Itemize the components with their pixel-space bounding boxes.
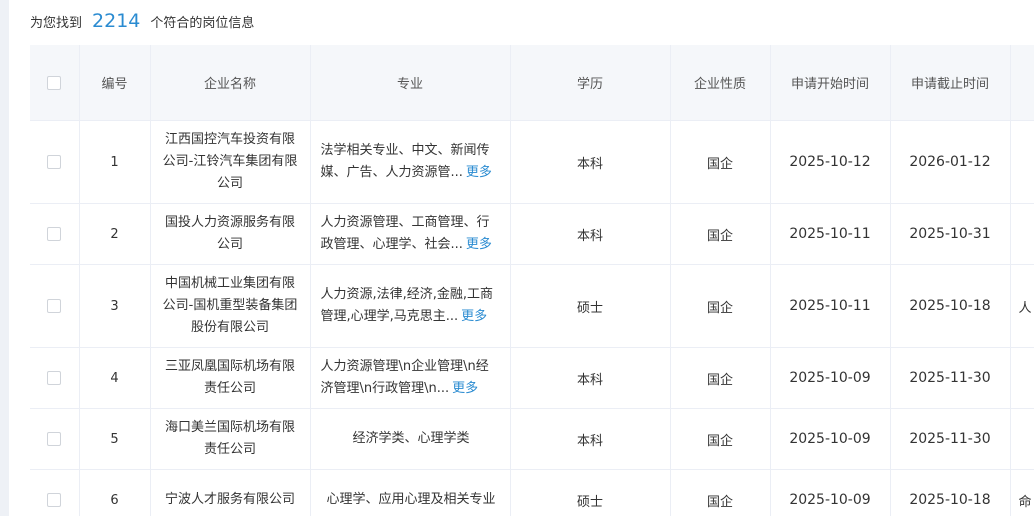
row-checkbox[interactable] <box>47 155 62 169</box>
header-company: 企业名称 <box>150 45 311 121</box>
row-id: 2 <box>79 203 151 265</box>
row-extra: 命 <box>1010 469 1034 516</box>
row-extra <box>1010 120 1034 204</box>
more-link[interactable]: 更多 <box>461 309 487 324</box>
row-company-type: 国企 <box>670 120 771 204</box>
row-start-date: 2025-10-09 <box>770 469 891 516</box>
header-start-date: 申请开始时间 <box>770 45 891 121</box>
row-extra: 人 <box>1010 264 1034 348</box>
row-education: 本科 <box>510 203 671 265</box>
header-major: 专业 <box>310 45 511 121</box>
row-extra <box>1010 203 1034 265</box>
row-company-type: 国企 <box>670 408 771 470</box>
row-start-date: 2025-10-11 <box>770 203 891 265</box>
summary-prefix: 为您找到 <box>30 15 83 31</box>
row-education: 本科 <box>510 347 671 409</box>
row-id: 5 <box>79 408 151 470</box>
table-row[interactable]: 6 宁波人才服务有限公司 心理学、应用心理及相关专业 硕士 国企 2025-10… <box>30 469 1034 516</box>
row-select-cell <box>30 120 80 204</box>
table-row[interactable]: 4 三亚凤凰国际机场有限责任公司 人力资源管理\n企业管理\n经济管理\n行政管… <box>30 347 1034 409</box>
result-count: 2214 <box>92 10 141 32</box>
row-start-date: 2025-10-09 <box>770 408 891 470</box>
row-company: 海口美兰国际机场有限责任公司 <box>150 408 311 470</box>
row-company: 国投人力资源服务有限公司 <box>150 203 311 265</box>
row-education: 硕士 <box>510 469 671 516</box>
row-extra <box>1010 408 1034 470</box>
row-major: 人力资源,法律,经济,金融,工商管理,心理学,马克思主... 更多 <box>310 264 511 348</box>
summary-suffix: 个符合的岗位信息 <box>150 15 255 31</box>
table-row[interactable]: 1 江西国控汽车投资有限公司-江铃汽车集团有限公司 法学相关专业、中文、新闻传媒… <box>30 120 1034 204</box>
row-major-text: 经济学类、心理学类 <box>352 431 470 446</box>
row-major-text: 法学相关专业、中文、新闻传媒、广告、人力资源管... <box>320 143 490 180</box>
row-education: 本科 <box>510 120 671 204</box>
table-row[interactable]: 3 中国机械工业集团有限公司-国机重型装备集团股份有限公司 人力资源,法律,经济… <box>30 264 1034 348</box>
row-company: 三亚凤凰国际机场有限责任公司 <box>150 347 311 409</box>
row-end-date: 2025-10-18 <box>890 469 1011 516</box>
header-id: 编号 <box>79 45 151 121</box>
more-link[interactable]: 更多 <box>466 165 492 180</box>
row-company-type: 国企 <box>670 264 771 348</box>
row-company-type: 国企 <box>670 347 771 409</box>
table-header-row: 编号 企业名称 专业 学历 企业性质 申请开始时间 申请截止时间 <box>30 45 1034 121</box>
row-end-date: 2025-11-30 <box>890 408 1011 470</box>
row-start-date: 2025-10-09 <box>770 347 891 409</box>
row-select-cell <box>30 469 80 516</box>
table-row[interactable]: 2 国投人力资源服务有限公司 人力资源管理、工商管理、行政管理、心理学、社会..… <box>30 203 1034 265</box>
header-company-type: 企业性质 <box>670 45 771 121</box>
row-major: 法学相关专业、中文、新闻传媒、广告、人力资源管... 更多 <box>310 120 511 204</box>
row-major: 人力资源管理、工商管理、行政管理、心理学、社会... 更多 <box>310 203 511 265</box>
row-id: 3 <box>79 264 151 348</box>
left-sidebar-edge <box>0 0 9 516</box>
row-end-date: 2025-10-18 <box>890 264 1011 348</box>
row-end-date: 2026-01-12 <box>890 120 1011 204</box>
header-extra <box>1010 45 1034 121</box>
row-company-type: 国企 <box>670 469 771 516</box>
row-education: 本科 <box>510 408 671 470</box>
row-id: 4 <box>79 347 151 409</box>
table-row[interactable]: 5 海口美兰国际机场有限责任公司 经济学类、心理学类 本科 国企 2025-10… <box>30 408 1034 470</box>
row-select-cell <box>30 408 80 470</box>
select-all-checkbox[interactable] <box>47 75 62 90</box>
row-major-text: 人力资源管理、工商管理、行政管理、心理学、社会... <box>320 215 490 252</box>
row-id: 1 <box>79 120 151 204</box>
row-checkbox[interactable] <box>47 493 62 507</box>
more-link[interactable]: 更多 <box>452 381 478 396</box>
select-all-cell <box>30 45 80 121</box>
row-select-cell <box>30 264 80 348</box>
row-major: 人力资源管理\n企业管理\n经济管理\n行政管理\n... 更多 <box>310 347 511 409</box>
row-education: 硕士 <box>510 264 671 348</box>
row-select-cell <box>30 203 80 265</box>
row-start-date: 2025-10-11 <box>770 264 891 348</box>
row-company: 江西国控汽车投资有限公司-江铃汽车集团有限公司 <box>150 120 311 204</box>
row-major: 经济学类、心理学类 <box>310 408 511 470</box>
row-checkbox[interactable] <box>47 371 62 385</box>
row-major-text: 心理学、应用心理及相关专业 <box>326 492 496 507</box>
row-company-type: 国企 <box>670 203 771 265</box>
row-company: 中国机械工业集团有限公司-国机重型装备集团股份有限公司 <box>150 264 311 348</box>
row-checkbox[interactable] <box>47 299 62 313</box>
row-company: 宁波人才服务有限公司 <box>150 469 311 516</box>
row-start-date: 2025-10-12 <box>770 120 891 204</box>
row-select-cell <box>30 347 80 409</box>
row-major: 心理学、应用心理及相关专业 <box>310 469 511 516</box>
more-link[interactable]: 更多 <box>466 237 492 252</box>
row-id: 6 <box>79 469 151 516</box>
job-table: 编号 企业名称 专业 学历 企业性质 申请开始时间 申请截止时间 1 江西国控汽… <box>30 45 1034 516</box>
row-end-date: 2025-10-31 <box>890 203 1011 265</box>
header-education: 学历 <box>510 45 671 121</box>
result-summary: 为您找到 2214 个符合的岗位信息 <box>30 8 254 34</box>
job-table-container: 编号 企业名称 专业 学历 企业性质 申请开始时间 申请截止时间 1 江西国控汽… <box>30 45 1034 516</box>
row-checkbox[interactable] <box>47 227 62 241</box>
row-extra <box>1010 347 1034 409</box>
row-end-date: 2025-11-30 <box>890 347 1011 409</box>
header-end-date: 申请截止时间 <box>890 45 1011 121</box>
row-checkbox[interactable] <box>47 432 62 446</box>
